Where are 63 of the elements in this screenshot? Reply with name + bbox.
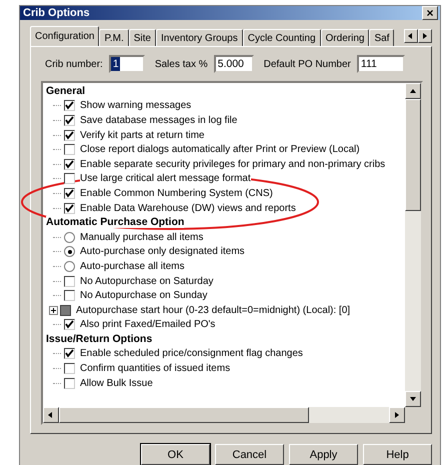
checkbox[interactable]: [64, 144, 75, 156]
checkbox[interactable]: [64, 173, 75, 184]
dialog-button[interactable]: OK: [141, 444, 210, 465]
dialog-button[interactable]: Cancel: [215, 444, 284, 465]
option-label: Save database messages in log file: [80, 114, 238, 126]
field-label: Crib number:: [45, 58, 103, 70]
option-label: Also print Faxed/Emailed PO's: [80, 319, 216, 330]
radio-button[interactable]: [64, 232, 75, 243]
tab[interactable]: Inventory Groups: [156, 29, 243, 46]
checkbox[interactable]: [64, 130, 75, 141]
radio-button[interactable]: [64, 260, 75, 272]
checkbox[interactable]: [64, 363, 75, 374]
option-label: Confirm quantities of issued items: [80, 363, 230, 374]
tab[interactable]: Site: [128, 29, 156, 46]
checkbox[interactable]: [64, 188, 75, 199]
field-label: Sales tax %: [154, 58, 208, 70]
checkbox[interactable]: [64, 319, 75, 330]
checkbox[interactable]: [64, 100, 75, 112]
checkbox[interactable]: [64, 378, 75, 389]
group-header: Issue/Return Options: [46, 333, 152, 346]
input-field[interactable]: 5.000: [214, 55, 254, 73]
checkbox[interactable]: [64, 290, 75, 302]
checkbox[interactable]: [64, 276, 75, 287]
checkbox[interactable]: [64, 202, 75, 214]
option-label: Manually purchase all items: [80, 232, 204, 243]
expand-icon[interactable]: [49, 306, 58, 315]
option-label: Show warning messages: [80, 100, 192, 112]
input-field[interactable]: 111: [356, 55, 405, 73]
tab[interactable]: P.M.: [99, 29, 129, 46]
option-label: Enable Data Warehouse (DW) views and reports: [80, 202, 296, 214]
option-label: Auto-purchase all items: [80, 260, 184, 272]
close-button[interactable]: ×: [422, 6, 438, 20]
checkbox[interactable]: [64, 348, 75, 360]
option-label: Close report dialogs automatically after Print or Preview (Local): [80, 144, 360, 156]
group-header: Automatic Purchase Option: [46, 216, 184, 228]
option-label: Verify kit parts at return time: [80, 130, 204, 141]
option-label: Autopurchase start hour (0-23 default=0=midnight) (Local): [0]: [76, 304, 350, 316]
tab[interactable]: Cycle Counting: [242, 29, 321, 46]
field-label: Default PO Number: [264, 58, 351, 70]
scroll-left-button[interactable]: [404, 29, 418, 43]
option-label: Enable separate security privileges for primary and non-primary cribs: [80, 158, 386, 170]
option-label: Use large critical alert message format: [80, 173, 251, 184]
option-label: No Autopurchase on Sunday: [80, 290, 208, 302]
group-header: General: [46, 85, 86, 97]
tab[interactable]: Ordering: [320, 29, 370, 46]
option-label: Allow Bulk Issue: [80, 378, 153, 389]
dialog-button[interactable]: Help: [363, 444, 432, 465]
option-label: Enable scheduled price/consignment flag changes: [80, 348, 303, 360]
option-label: Auto-purchase only designated items: [80, 246, 245, 258]
input-field[interactable]: 1: [108, 55, 145, 73]
horizontal-scrollbar[interactable]: [43, 407, 405, 423]
tab[interactable]: Saf: [369, 29, 394, 46]
checkbox[interactable]: [64, 158, 75, 170]
dialog-button[interactable]: Apply: [289, 444, 358, 465]
window-title: Crib Options: [23, 7, 90, 19]
vertical-scrollbar[interactable]: [405, 83, 421, 407]
option-label: No Autopurchase on Saturday: [80, 276, 214, 287]
tab[interactable]: Configuration: [30, 26, 100, 46]
option-label: Enable Common Numbering System (CNS): [80, 188, 273, 199]
scroll-right-button[interactable]: [418, 29, 432, 43]
checkbox[interactable]: [64, 114, 75, 126]
radio-button[interactable]: [64, 246, 75, 258]
value-icon: [60, 304, 71, 316]
